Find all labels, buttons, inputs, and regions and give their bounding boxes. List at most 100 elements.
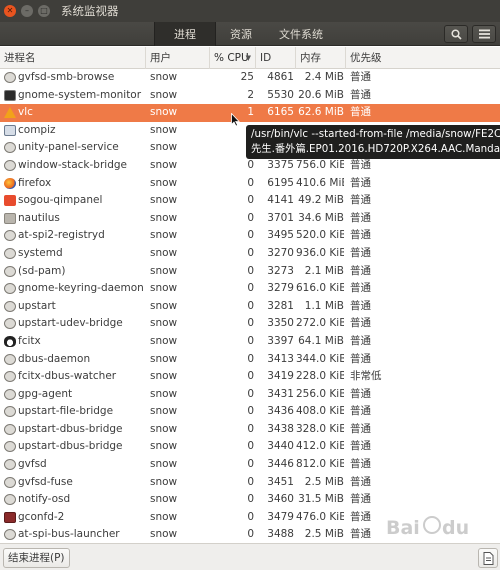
hamburger-menu-icon xyxy=(478,29,490,39)
process-id: 3413 xyxy=(267,352,294,365)
process-cpu: 0 xyxy=(247,493,254,506)
process-row[interactable]: nautilus snow 0 3701 34.6 MiB 普通 xyxy=(0,210,500,228)
process-priority: 普通 xyxy=(350,317,371,330)
process-cpu: 0 xyxy=(247,510,254,523)
process-row[interactable]: at-spi2-registryd snow 0 3495 520.0 KiB 普通 xyxy=(0,227,500,245)
process-cpu: 0 xyxy=(247,264,254,277)
process-user: snow xyxy=(150,352,178,365)
gear-icon xyxy=(4,388,16,400)
tab-resources[interactable]: 资源 xyxy=(216,22,266,46)
process-name: upstart-udev-bridge xyxy=(18,317,123,330)
process-name: window-stack-bridge xyxy=(18,158,127,171)
process-row[interactable]: gvfsd-smb-browse snow 25 4861 2.4 MiB 普通 xyxy=(0,69,500,87)
process-id: 3419 xyxy=(267,370,294,383)
maximize-icon: □ xyxy=(40,6,48,15)
gear-icon xyxy=(4,142,16,154)
process-cpu: 0 xyxy=(247,405,254,418)
process-row[interactable]: gvfsd snow 0 3446 812.0 KiB 普通 xyxy=(0,456,500,474)
process-row[interactable]: gnome-system-monitor snow 2 5530 20.6 MiB 普通 xyxy=(0,87,500,105)
process-row[interactable]: vlc snow 1 6165 62.6 MiB 普通 xyxy=(0,104,500,122)
process-name: (sd-pam) xyxy=(18,264,66,277)
process-id: 3495 xyxy=(267,229,294,242)
process-cpu: 0 xyxy=(247,352,254,365)
process-id: 3460 xyxy=(267,493,294,506)
gear-icon xyxy=(4,283,16,295)
maximize-window-button[interactable]: □ xyxy=(38,5,50,17)
minimize-window-button[interactable]: – xyxy=(21,5,33,17)
process-memory: 256.0 KiB xyxy=(296,387,344,400)
process-name: upstart-dbus-bridge xyxy=(18,440,123,453)
gear-icon xyxy=(4,353,16,365)
process-memory: 62.6 MiB xyxy=(298,106,344,119)
gear-icon xyxy=(4,441,16,453)
process-name: vlc xyxy=(18,106,33,119)
process-id: 3375 xyxy=(267,158,294,171)
column-header-memory[interactable]: 内存 xyxy=(296,47,346,69)
process-priority: 普通 xyxy=(350,246,371,259)
process-priority: 普通 xyxy=(350,475,371,488)
tab-processes[interactable]: 进程 xyxy=(154,22,216,46)
process-row[interactable]: upstart-file-bridge snow 0 3436 408.0 KiB 普通 xyxy=(0,403,500,421)
header-bar: 进程 资源 文件系统 xyxy=(0,22,500,46)
process-priority: 普通 xyxy=(350,158,371,171)
process-priority: 普通 xyxy=(350,106,371,119)
process-memory: 2.1 MiB xyxy=(304,264,344,277)
process-id: 6195 xyxy=(267,176,294,189)
process-row[interactable]: systemd snow 0 3270 936.0 KiB 普通 xyxy=(0,245,500,263)
close-window-button[interactable]: ✕ xyxy=(4,5,16,17)
process-name: gnome-keyring-daemon xyxy=(18,282,144,295)
process-priority: 普通 xyxy=(350,71,371,83)
process-row[interactable]: upstart-udev-bridge snow 0 3350 272.0 KiB 普通 xyxy=(0,315,500,333)
process-priority: 普通 xyxy=(350,334,371,347)
column-header-cpu[interactable]: % CPU ▼ xyxy=(210,47,256,69)
process-row[interactable]: (sd-pam) snow 0 3273 2.1 MiB 普通 xyxy=(0,263,500,281)
process-user: snow xyxy=(150,370,178,383)
files-icon xyxy=(4,212,16,224)
process-cpu: 0 xyxy=(247,370,254,383)
process-memory: 812.0 KiB xyxy=(296,458,344,471)
process-priority: 普通 xyxy=(350,264,371,277)
column-header-name[interactable]: 进程名 xyxy=(0,47,146,69)
end-process-button[interactable]: 结束进程(P) xyxy=(3,548,70,568)
process-cpu: 0 xyxy=(247,387,254,400)
process-row[interactable]: dbus-daemon snow 0 3413 344.0 KiB 普通 xyxy=(0,351,500,369)
process-row[interactable]: fcitx snow 0 3397 64.1 MiB 普通 xyxy=(0,333,500,351)
process-cpu: 0 xyxy=(247,158,254,171)
process-priority: 普通 xyxy=(350,352,371,365)
process-id: 5530 xyxy=(267,88,294,101)
gear-icon xyxy=(4,247,16,259)
column-header-cpu-label: % CPU xyxy=(214,52,249,64)
process-row[interactable]: gnome-keyring-daemon snow 0 3279 616.0 KiB 普通 xyxy=(0,280,500,298)
process-name: upstart-file-bridge xyxy=(18,405,114,418)
process-row[interactable]: gvfsd-fuse snow 0 3451 2.5 MiB 普通 xyxy=(0,474,500,492)
tab-file-systems[interactable]: 文件系统 xyxy=(266,22,336,46)
process-priority: 普通 xyxy=(350,458,371,471)
watermark-logo: Bai du xyxy=(382,512,482,560)
process-name: gvfsd-smb-browse xyxy=(18,71,115,83)
process-row[interactable]: firefox snow 0 6195 410.6 MiB 普通 xyxy=(0,175,500,193)
process-row[interactable]: sogou-qimpanel snow 0 4141 49.2 MiB 普通 xyxy=(0,192,500,210)
process-row[interactable]: gpg-agent snow 0 3431 256.0 KiB 普通 xyxy=(0,386,500,404)
process-priority: 普通 xyxy=(350,176,371,189)
process-name: notify-osd xyxy=(18,493,71,506)
search-button[interactable] xyxy=(444,25,468,43)
column-header-user[interactable]: 用户 xyxy=(146,47,210,69)
process-id: 3431 xyxy=(267,387,294,400)
column-header-id[interactable]: ID xyxy=(256,47,296,69)
process-user: snow xyxy=(150,387,178,400)
process-tooltip: /usr/bin/vlc --started-from-file /media/… xyxy=(246,125,500,159)
column-header-priority[interactable]: 优先级 xyxy=(346,47,500,69)
process-row[interactable]: upstart-dbus-bridge snow 0 3440 412.0 KiB 普通 xyxy=(0,438,500,456)
process-priority: 普通 xyxy=(350,493,371,506)
process-cpu: 2 xyxy=(247,88,254,101)
process-row[interactable]: window-stack-bridge snow 0 3375 756.0 KiB 普通 xyxy=(0,157,500,175)
gear-icon xyxy=(4,529,16,541)
menu-button[interactable] xyxy=(472,25,496,43)
process-row[interactable]: fcitx-dbus-watcher snow 0 3419 228.0 KiB 非常低 xyxy=(0,368,500,386)
process-cpu: 0 xyxy=(247,458,254,471)
process-cpu: 0 xyxy=(247,299,254,312)
process-user: snow xyxy=(150,440,178,453)
process-row[interactable]: notify-osd snow 0 3460 31.5 MiB 普通 xyxy=(0,491,500,509)
process-row[interactable]: upstart-dbus-bridge snow 0 3438 328.0 KiB 普通 xyxy=(0,421,500,439)
process-row[interactable]: upstart snow 0 3281 1.1 MiB 普通 xyxy=(0,298,500,316)
